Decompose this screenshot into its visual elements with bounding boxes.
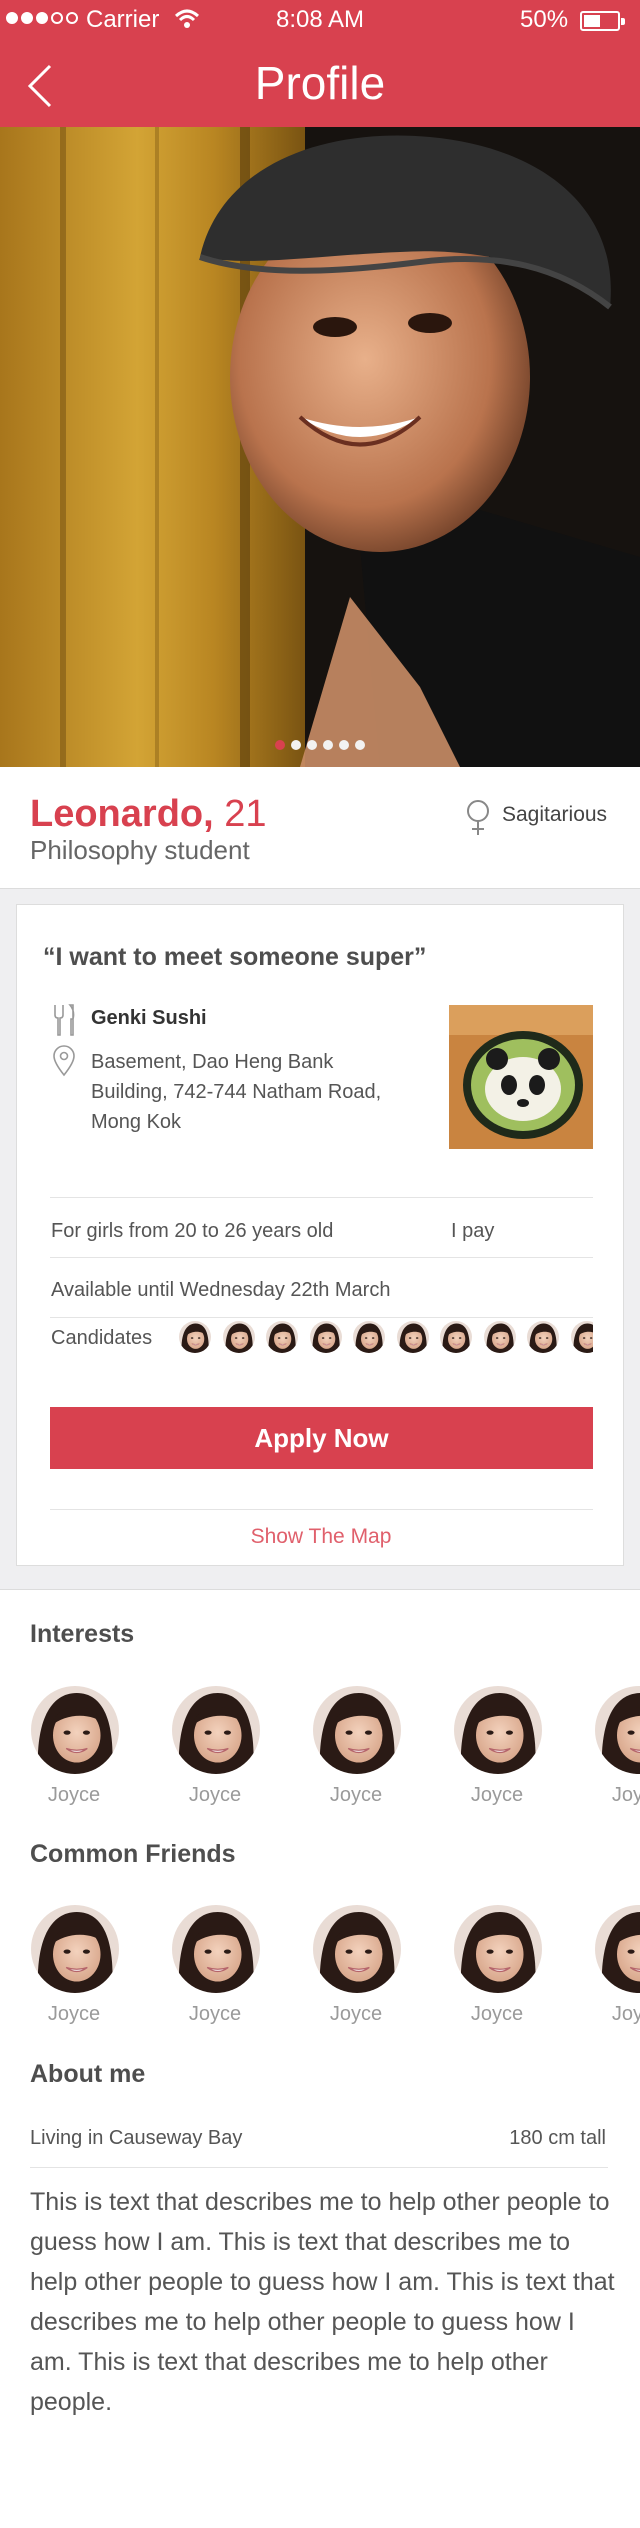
candidate-avatar[interactable] [266, 1321, 298, 1353]
pager-dot[interactable] [339, 740, 349, 750]
status-bar: Carrier 8:08 AM 50% [0, 0, 640, 42]
avatar-label: Joyce [329, 2003, 383, 2025]
avatar-label: Joyce [188, 2003, 242, 2025]
divider [50, 1509, 593, 1510]
about-description: This is text that describes me to help o… [30, 2188, 615, 2416]
avatar [454, 1905, 542, 1993]
about-title: About me [30, 2060, 146, 2088]
pager-dot[interactable] [323, 740, 333, 750]
avatar-label: Joyce [47, 2003, 101, 2025]
female-symbol-icon [467, 800, 489, 835]
avatar-label: Joyce [611, 1784, 640, 1806]
battery-icon [580, 11, 625, 31]
profile-photo[interactable] [0, 127, 640, 767]
interests-list: Joyce Joyce Joyce Joyce Joyce [0, 1686, 640, 1826]
battery-percentage: 50% [520, 6, 569, 33]
invite-availability: Available until Wednesday 22th March [51, 1279, 391, 1301]
interests-item[interactable]: Joyce [24, 1686, 124, 1826]
avatar [454, 1686, 542, 1774]
common-friends-item[interactable]: Joyce [24, 1905, 124, 2045]
candidate-avatar[interactable] [571, 1321, 594, 1353]
candidate-avatar[interactable] [223, 1321, 255, 1353]
page-title: Profile [254, 57, 386, 109]
map-pin-icon [53, 1045, 75, 1077]
common-friends-item[interactable]: Joyce [165, 1905, 265, 2045]
candidate-avatar[interactable] [310, 1321, 342, 1353]
interests-item[interactable]: Joyce [447, 1686, 547, 1826]
about-height: 180 cm tall [509, 2127, 606, 2149]
pager-dot[interactable] [307, 740, 317, 750]
candidate-avatar[interactable] [484, 1321, 516, 1353]
avatar-label: Joyce [470, 1784, 524, 1806]
photo-pager[interactable] [0, 740, 640, 750]
divider [50, 1317, 593, 1318]
candidate-avatar[interactable] [440, 1321, 472, 1353]
avatar [595, 1686, 640, 1774]
show-map-link[interactable]: Show The Map [17, 1525, 625, 1549]
common-friends-item[interactable]: Joyce [306, 1905, 406, 2045]
avatar-label: Joyce [329, 1784, 383, 1806]
avatar [31, 1905, 119, 1993]
profile-occupation: Philosophy student [30, 835, 250, 865]
candidate-avatar[interactable] [527, 1321, 559, 1353]
common-friends-item[interactable]: Joyce [588, 1905, 640, 2045]
pager-dot[interactable] [275, 740, 285, 750]
invite-target: For girls from 20 to 26 years old [51, 1220, 334, 1242]
divider [50, 1197, 593, 1198]
common-friends-title: Common Friends [30, 1840, 236, 1868]
avatar-label: Joyce [611, 2003, 640, 2025]
avatar-label: Joyce [470, 2003, 524, 2025]
common-friends-list: Joyce Joyce Joyce Joyce Joyce [0, 1905, 640, 2045]
interests-item[interactable]: Joyce [306, 1686, 406, 1826]
candidate-avatar[interactable] [397, 1321, 429, 1353]
restaurant-photo[interactable] [449, 1005, 593, 1149]
avatar-label: Joyce [188, 1784, 242, 1806]
avatar [172, 1905, 260, 1993]
profile-summary: Leonardo, 21 Philosophy student Sagitari… [0, 767, 640, 888]
fork-knife-icon [54, 1004, 75, 1036]
invite-card: “I want to meet someone super” Genki Sus… [16, 904, 624, 1566]
divider [30, 2167, 608, 2168]
profile-age: 21 [224, 793, 267, 835]
candidate-avatar[interactable] [353, 1321, 385, 1353]
avatar [313, 1686, 401, 1774]
profile-name: Leonardo, 21 [30, 793, 267, 836]
candidates-label: Candidates [51, 1327, 153, 1349]
divider [50, 1257, 593, 1258]
zodiac-sign: Sagitarious [502, 803, 608, 826]
pager-dot[interactable] [355, 740, 365, 750]
candidates-list[interactable] [179, 1321, 593, 1353]
restaurant-name[interactable]: Genki Sushi [91, 1007, 207, 1030]
restaurant-address: Basement, Dao Heng Bank Building, 742-74… [91, 1051, 382, 1133]
avatar [31, 1686, 119, 1774]
interests-title: Interests [30, 1620, 135, 1648]
candidate-avatar[interactable] [179, 1321, 211, 1353]
nav-header: Carrier 8:08 AM 50% Profile [0, 0, 640, 127]
apply-now-button[interactable]: Apply Now [50, 1407, 593, 1469]
pager-dot[interactable] [291, 740, 301, 750]
name-text: Leonardo, [30, 793, 214, 835]
invite-quote: “I want to meet someone super” [43, 943, 427, 971]
avatar-label: Joyce [47, 1784, 101, 1806]
interests-item[interactable]: Joyce [588, 1686, 640, 1826]
avatar [172, 1686, 260, 1774]
avatar [313, 1905, 401, 1993]
common-friends-item[interactable]: Joyce [447, 1905, 547, 2045]
interests-item[interactable]: Joyce [165, 1686, 265, 1826]
invite-payment: I pay [451, 1220, 495, 1242]
avatar [595, 1905, 640, 1993]
